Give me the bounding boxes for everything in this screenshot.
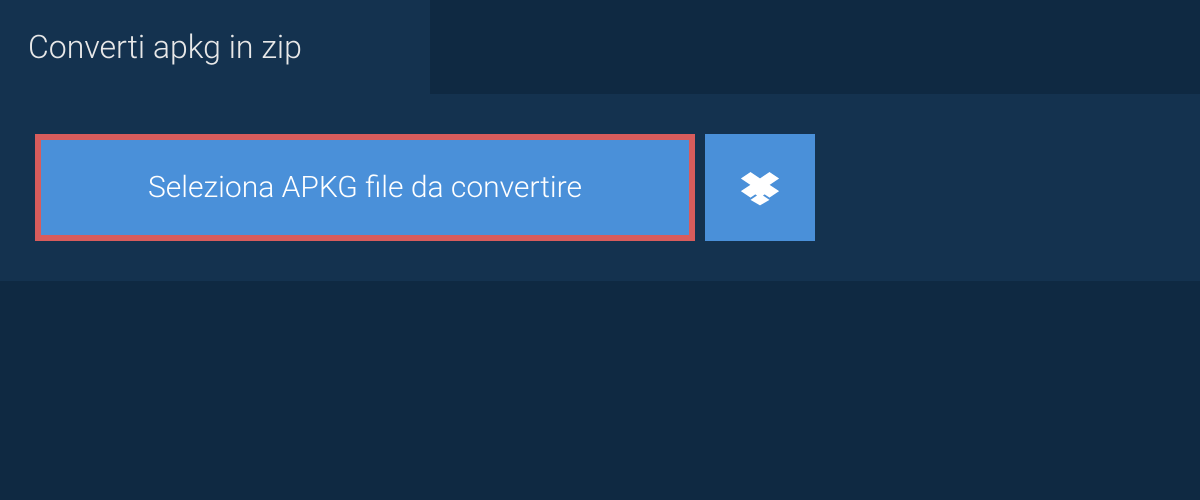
tab-container: Converti apkg in zip	[0, 0, 1200, 94]
dropbox-icon	[741, 169, 779, 207]
tab-label: Converti apkg in zip	[28, 28, 302, 66]
button-row: Seleziona APKG file da convertire	[35, 134, 1200, 241]
main-panel: Seleziona APKG file da convertire	[0, 94, 1200, 281]
dropbox-button[interactable]	[705, 134, 815, 241]
select-file-label: Seleziona APKG file da convertire	[148, 170, 582, 205]
select-file-button[interactable]: Seleziona APKG file da convertire	[35, 134, 695, 241]
tab-convert[interactable]: Converti apkg in zip	[0, 0, 430, 94]
